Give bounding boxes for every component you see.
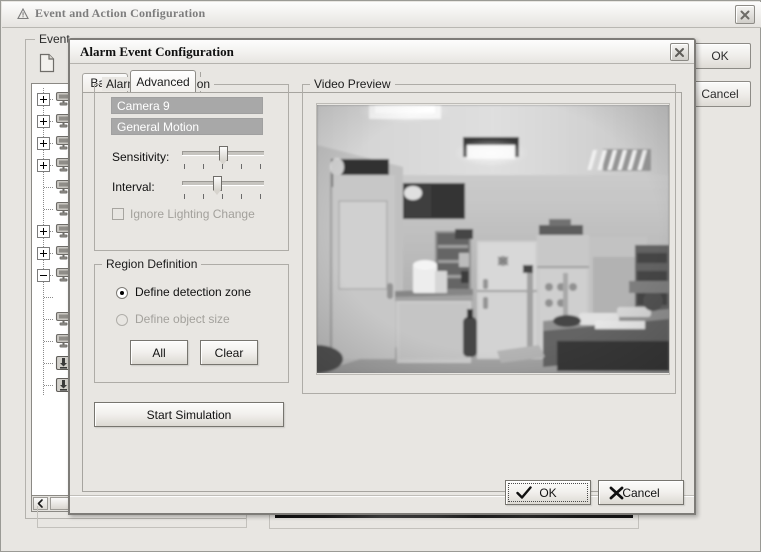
close-icon[interactable]	[735, 5, 755, 24]
parent-cancel-button[interactable]: Cancel	[689, 81, 751, 107]
video-preview-inner-frame	[316, 103, 670, 375]
radio-button	[116, 314, 128, 326]
expand-icon[interactable]	[37, 93, 50, 106]
event-type-field: General Motion	[111, 118, 263, 135]
camera-field: Camera 9	[111, 97, 263, 114]
tree-guide-line	[44, 341, 54, 342]
tab-advanced[interactable]: Advanced	[130, 70, 196, 92]
screen: Event and Action Configuration Event OK …	[0, 0, 761, 552]
close-icon[interactable]	[670, 43, 689, 61]
tree-guide-line	[44, 385, 54, 386]
slider-ticks	[182, 164, 264, 169]
ok-button[interactable]: OK	[505, 480, 591, 505]
video-preview-group	[302, 84, 676, 394]
radio-define-object-size-label: Define object size	[135, 312, 230, 326]
cancel-button[interactable]: Cancel	[598, 480, 684, 505]
video-preview-image[interactable]	[317, 105, 669, 373]
dialog-title: Alarm Event Configuration	[80, 44, 234, 59]
expand-icon[interactable]	[37, 115, 50, 128]
interval-slider[interactable]	[182, 175, 264, 201]
interval-label: Interval:	[112, 180, 155, 194]
checkbox-box	[112, 208, 124, 220]
new-document-icon[interactable]	[39, 53, 55, 76]
ok-button-label: OK	[539, 486, 557, 500]
expand-icon[interactable]	[37, 137, 50, 150]
alarm-event-configuration-dialog: Alarm Event Configuration Basic Advanced…	[68, 38, 696, 515]
ignore-lighting-change-label: Ignore Lighting Change	[130, 207, 255, 221]
parent-ok-button[interactable]: OK	[689, 43, 751, 69]
sensitivity-slider[interactable]	[182, 145, 264, 171]
clear-button[interactable]: Clear	[200, 340, 258, 365]
tree-guide-line	[44, 319, 54, 320]
tree-guide-line	[44, 209, 54, 210]
radio-define-detection-zone-label: Define detection zone	[135, 285, 252, 299]
sensitivity-label: Sensitivity:	[112, 150, 170, 164]
radio-button[interactable]	[116, 287, 128, 299]
expand-icon[interactable]	[37, 247, 50, 260]
video-preview-label: Video Preview	[310, 77, 395, 91]
cancel-button-label: Cancel	[622, 486, 660, 500]
start-simulation-button[interactable]: Start Simulation	[94, 402, 284, 427]
tree-guide-line	[44, 187, 54, 188]
slider-track	[182, 181, 264, 185]
slider-thumb[interactable]	[219, 146, 228, 165]
region-definition-label: Region Definition	[102, 257, 202, 271]
parent-window-title: Event and Action Configuration	[35, 6, 206, 20]
slider-thumb[interactable]	[213, 176, 222, 195]
expand-icon[interactable]	[37, 159, 50, 172]
tree-guide-line	[44, 363, 54, 364]
slider-ticks	[182, 194, 264, 199]
warning-triangle-icon	[17, 7, 29, 20]
tree-guide-line	[44, 297, 54, 298]
expand-icon[interactable]	[37, 225, 50, 238]
radio-dot	[120, 291, 124, 295]
collapse-icon[interactable]	[37, 269, 50, 282]
all-button[interactable]: All	[130, 340, 188, 365]
